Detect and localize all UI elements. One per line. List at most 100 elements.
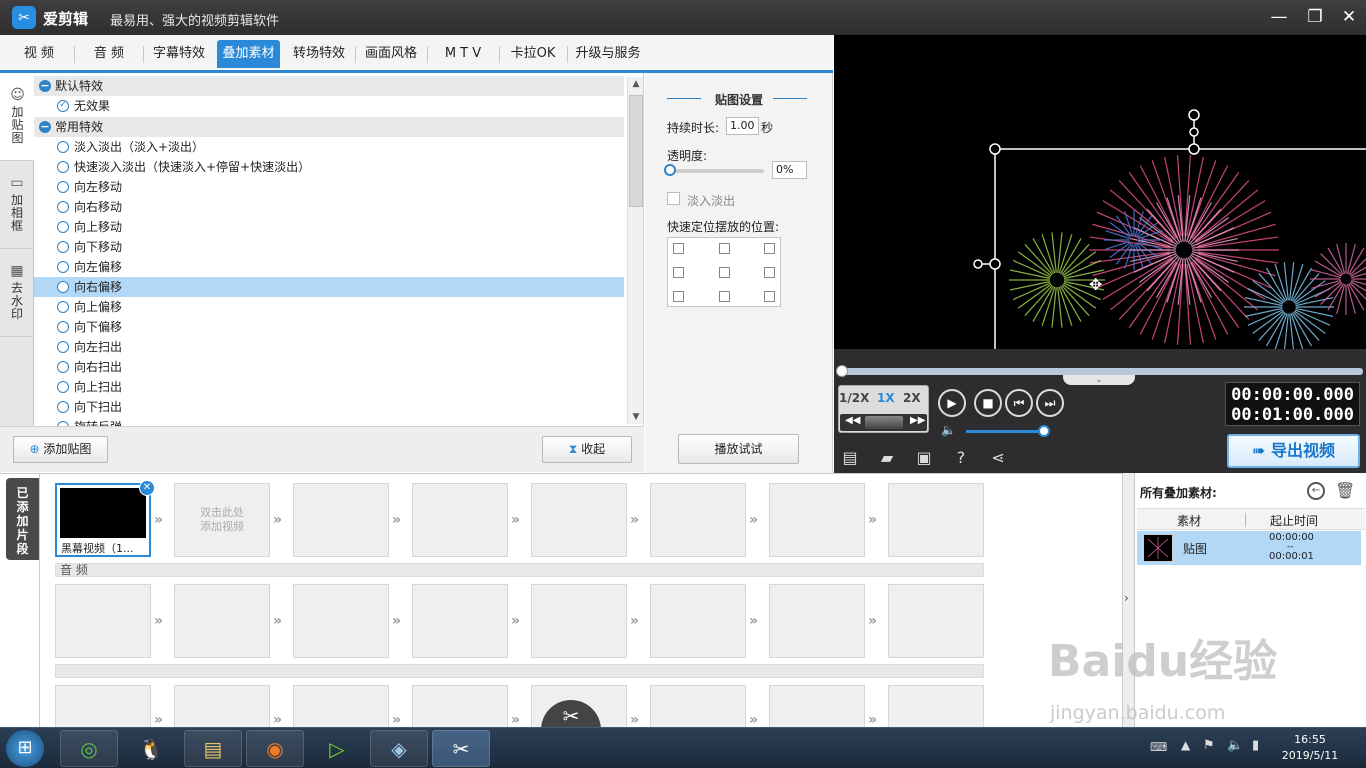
side-tab-frame[interactable]: ▭ 加相框	[0, 161, 34, 249]
pos-bottom-center[interactable]	[719, 291, 730, 302]
explorer-icon[interactable]: ▤	[184, 730, 242, 767]
effect-item[interactable]: 向左移动	[34, 177, 624, 197]
speed-1x[interactable]: 1X	[877, 391, 895, 405]
seek-knob[interactable]	[836, 365, 848, 377]
clip-thumbnail[interactable]: 黑幕视频（1... ✕	[55, 480, 155, 557]
audio-slot[interactable]	[769, 584, 865, 658]
added-clips-tab[interactable]: 已添加片段	[6, 478, 39, 560]
tab-audio[interactable]: 音 频	[78, 40, 140, 68]
tab-style[interactable]: 画面风格	[358, 40, 424, 68]
save-icon[interactable]: ▣	[914, 449, 934, 467]
new-project-icon[interactable]: ▤	[840, 449, 860, 467]
audio-slot[interactable]	[55, 685, 151, 729]
pos-bottom-right[interactable]	[764, 291, 775, 302]
audio-slot[interactable]	[293, 685, 389, 729]
effect-item[interactable]: 向上扫出	[34, 377, 624, 397]
volume-icon[interactable]: 🔈	[941, 423, 956, 437]
fade-checkbox[interactable]	[667, 192, 680, 205]
side-tab-sticker[interactable]: ☺ 加贴图	[0, 73, 35, 161]
clip-slot[interactable]	[293, 483, 389, 557]
effect-item[interactable]: 旋转反弹	[34, 417, 624, 426]
seek-bar[interactable]	[836, 365, 1363, 377]
clip-slot[interactable]	[769, 483, 865, 557]
audio-slot[interactable]	[55, 584, 151, 658]
volume-slider[interactable]	[966, 430, 1044, 433]
side-tab-watermark[interactable]: ▦ 去水印	[0, 249, 34, 337]
minimize-icon[interactable]: —	[1266, 5, 1292, 29]
audio-slot[interactable]	[174, 584, 270, 658]
network-icon[interactable]: ▮	[1252, 738, 1259, 753]
clock[interactable]: 16:55 2019/5/11	[1280, 732, 1340, 764]
audio-slot[interactable]	[531, 584, 627, 658]
collapse-button[interactable]: ⧗ 收起	[542, 436, 632, 463]
speed-half[interactable]: 1/2X	[839, 391, 869, 405]
opacity-input[interactable]: 0%	[772, 161, 807, 179]
scroll-down-icon[interactable]: ▼	[629, 410, 643, 424]
export-button[interactable]: ➠ 导出视频	[1227, 434, 1360, 468]
remove-clip-icon[interactable]: ✕	[139, 480, 155, 496]
keyboard-icon[interactable]: ⌨	[1150, 740, 1167, 754]
share-icon[interactable]: ⋖	[988, 449, 1008, 467]
audio-slot[interactable]	[650, 584, 746, 658]
effect-item[interactable]: 向上移动	[34, 217, 624, 237]
tray-arrow-icon[interactable]: ▲	[1181, 738, 1190, 752]
effect-item[interactable]: 向下扫出	[34, 397, 624, 417]
add-sticker-button[interactable]: ⊕ 添加贴图	[13, 436, 108, 463]
effect-item[interactable]: 向右移动	[34, 197, 624, 217]
pos-mid-left[interactable]	[673, 267, 684, 278]
tab-transition[interactable]: 转场特效	[286, 40, 352, 68]
maximize-icon[interactable]: ❐	[1302, 5, 1328, 29]
group-common[interactable]: − 常用特效	[34, 117, 624, 137]
audio-slot[interactable]	[650, 685, 746, 729]
start-button-icon[interactable]: ⊞	[6, 730, 44, 767]
open-folder-icon[interactable]: ▰	[877, 449, 897, 467]
clip-slot[interactable]: 双击此处 添加视频	[174, 483, 270, 557]
tab-video[interactable]: 视 频	[8, 40, 70, 68]
tab-upgrade[interactable]: 升级与服务	[570, 40, 646, 68]
tab-karaoke[interactable]: 卡拉OK	[502, 40, 564, 68]
clip-slot[interactable]	[650, 483, 746, 557]
pos-mid-right[interactable]	[764, 267, 775, 278]
opacity-slider[interactable]	[664, 164, 764, 176]
back-icon[interactable]: ←	[1307, 482, 1325, 500]
effect-list-scrollbar[interactable]: ▲ ▼	[627, 77, 643, 424]
audio-slot[interactable]	[174, 685, 270, 729]
effect-none[interactable]: ✓ 无效果	[34, 96, 624, 116]
audio-slot[interactable]	[888, 584, 984, 658]
clip-slot[interactable]	[412, 483, 508, 557]
stop-icon[interactable]: ■	[974, 389, 1002, 417]
audio-slot[interactable]	[412, 685, 508, 729]
audio-slot[interactable]	[412, 584, 508, 658]
effect-item[interactable]: 向左扫出	[34, 337, 624, 357]
scroll-thumb[interactable]	[629, 95, 643, 207]
duration-input[interactable]: 1.00	[726, 117, 759, 135]
firefox-icon[interactable]: ◉	[246, 730, 304, 767]
media-player-icon[interactable]: ▷	[308, 730, 366, 767]
effect-item[interactable]: 向下偏移	[34, 317, 624, 337]
audio-slot[interactable]	[888, 685, 984, 729]
tab-overlay[interactable]: 叠加素材	[217, 40, 280, 68]
next-frame-icon[interactable]: ⏭	[1036, 389, 1064, 417]
tab-mtv[interactable]: M T V	[430, 40, 496, 68]
group-default[interactable]: − 默认特效	[34, 76, 624, 96]
clip-slot[interactable]	[888, 483, 984, 557]
effect-item[interactable]: 快速淡入淡出（快速淡入+停留+快速淡出）	[34, 157, 624, 177]
effect-item[interactable]: 淡入淡出（淡入+淡出）	[34, 137, 624, 157]
help-icon[interactable]: ?	[951, 449, 971, 467]
effect-item[interactable]: 向左偏移	[34, 257, 624, 277]
pos-center[interactable]	[719, 267, 730, 278]
pos-bottom-left[interactable]	[673, 291, 684, 302]
scroll-up-icon[interactable]: ▲	[629, 77, 643, 91]
material-row[interactable]: 贴图 00:00:00 -- 00:00:01	[1137, 531, 1361, 565]
close-icon[interactable]: ✕	[1336, 5, 1362, 29]
clip-slot[interactable]	[531, 483, 627, 557]
volume-knob[interactable]	[1038, 425, 1050, 437]
play-icon[interactable]: ▶	[938, 389, 966, 417]
delete-icon[interactable]: 🗑	[1335, 481, 1355, 500]
audio-slot[interactable]	[293, 584, 389, 658]
speaker-icon[interactable]: 🔈	[1227, 738, 1243, 753]
flag-icon[interactable]: ⚑	[1203, 738, 1215, 753]
slider-knob[interactable]	[664, 164, 676, 176]
tab-subtitle[interactable]: 字幕特效	[146, 40, 212, 68]
effect-item[interactable]: 向右偏移	[34, 277, 624, 297]
